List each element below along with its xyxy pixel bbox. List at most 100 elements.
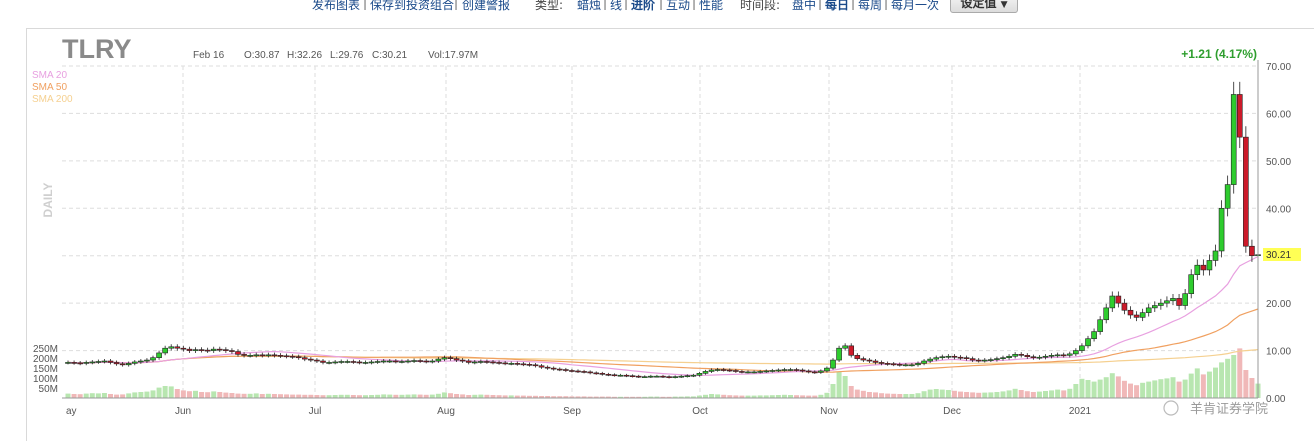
volume-bar — [478, 394, 484, 398]
candle-body — [896, 364, 903, 366]
candle-body — [393, 360, 399, 363]
candle-body — [1249, 245, 1255, 257]
volume-bar — [964, 392, 970, 398]
volume-bar — [1158, 379, 1164, 398]
candle-body — [933, 357, 940, 360]
volume-tick-label: 50M — [39, 384, 58, 395]
date-tick-label: Sep — [563, 406, 581, 417]
volume-bar — [71, 394, 77, 398]
candle-body — [915, 363, 921, 366]
candle-body — [818, 370, 824, 373]
candle-body — [751, 371, 757, 374]
volume-bar — [927, 389, 933, 398]
candle-body — [89, 361, 96, 364]
candle-body — [332, 361, 338, 364]
candle-body — [210, 348, 217, 351]
candle-body — [988, 359, 994, 361]
header-close: C:30.21 — [372, 50, 407, 61]
volume-bar — [1036, 391, 1042, 398]
volume-bar — [1024, 391, 1030, 398]
volume-bar — [405, 394, 411, 398]
candle-body — [1121, 302, 1128, 311]
candle-body — [556, 368, 563, 371]
volume-bar — [909, 394, 915, 398]
candle-body — [484, 361, 490, 363]
volume-bar — [235, 393, 241, 398]
candle-body — [836, 347, 842, 361]
volume-bar — [168, 386, 174, 398]
volume-bar — [1206, 371, 1212, 398]
candle-body — [168, 346, 175, 349]
volume-bar — [1200, 374, 1206, 398]
volume-bar — [939, 389, 945, 398]
candle-body — [471, 361, 478, 364]
candle-body — [138, 360, 144, 363]
candle-body — [71, 362, 77, 364]
volume-bar — [1018, 390, 1024, 398]
candle-body — [1206, 260, 1213, 271]
price-tick-label: 0.00 — [1266, 394, 1286, 405]
volume-bar — [211, 391, 217, 398]
volume-bar — [448, 393, 453, 398]
volume-bar — [381, 394, 387, 398]
volume-bar — [138, 392, 144, 398]
candle-body — [969, 358, 976, 361]
candle-body — [1145, 307, 1152, 313]
candle-body — [150, 357, 156, 361]
candle-body — [1164, 300, 1170, 304]
candle-body — [884, 363, 891, 365]
candle-body — [101, 360, 108, 363]
volume-bar — [848, 386, 854, 398]
candle-body — [1133, 314, 1140, 318]
candle-body — [1170, 298, 1176, 302]
price-chart[interactable]: 0.0010.0020.0030.0040.0050.0060.0070.00 … — [0, 0, 1314, 440]
candle-body — [1158, 302, 1164, 306]
candle-body — [575, 370, 581, 373]
watermark: 羊肯证券学院 — [1163, 400, 1268, 416]
watermark-logo-icon — [1163, 400, 1179, 416]
volume-bar — [162, 386, 168, 398]
candle-body — [1212, 250, 1219, 261]
candle-body — [368, 361, 375, 364]
candle-body — [429, 360, 436, 363]
candle-body — [581, 371, 587, 373]
candle-body — [854, 355, 861, 359]
volume-bar — [836, 372, 842, 398]
volume-bar — [897, 394, 903, 398]
candle-body — [1085, 338, 1091, 347]
candle-body — [720, 369, 727, 371]
ticker-title: TLRY — [62, 34, 132, 64]
moving-averages — [67, 255, 1259, 376]
candle-body — [265, 354, 272, 357]
candle-body — [599, 373, 606, 375]
candle-body — [635, 375, 642, 378]
candle-body — [271, 354, 278, 357]
volume-bar — [278, 394, 283, 398]
candle-body — [411, 360, 417, 362]
candle-body — [386, 360, 393, 363]
volume-bar — [144, 391, 150, 398]
candle-body — [1079, 345, 1085, 351]
candle-body — [247, 355, 253, 357]
candle-body — [611, 374, 618, 377]
candle-body — [963, 357, 970, 359]
candle-body — [1243, 136, 1249, 247]
candle-body — [1006, 355, 1012, 358]
watermark-text: 羊肯证券学院 — [1190, 401, 1268, 416]
candle-body — [690, 374, 697, 377]
candle-body — [1230, 94, 1237, 185]
candle-body — [726, 369, 733, 372]
volume-bar — [1243, 370, 1249, 398]
candle-body — [417, 360, 423, 362]
volume-bar — [824, 392, 830, 398]
price-tick-label: 40.00 — [1266, 204, 1291, 215]
grid — [62, 65, 1258, 399]
candle-body — [842, 345, 848, 349]
candle-body — [131, 361, 138, 364]
candle-body — [587, 371, 593, 374]
candle-body — [890, 363, 897, 366]
candle-body — [775, 369, 782, 372]
candle-body — [478, 361, 484, 363]
candle-body — [374, 361, 381, 363]
volume-bar — [205, 392, 211, 398]
